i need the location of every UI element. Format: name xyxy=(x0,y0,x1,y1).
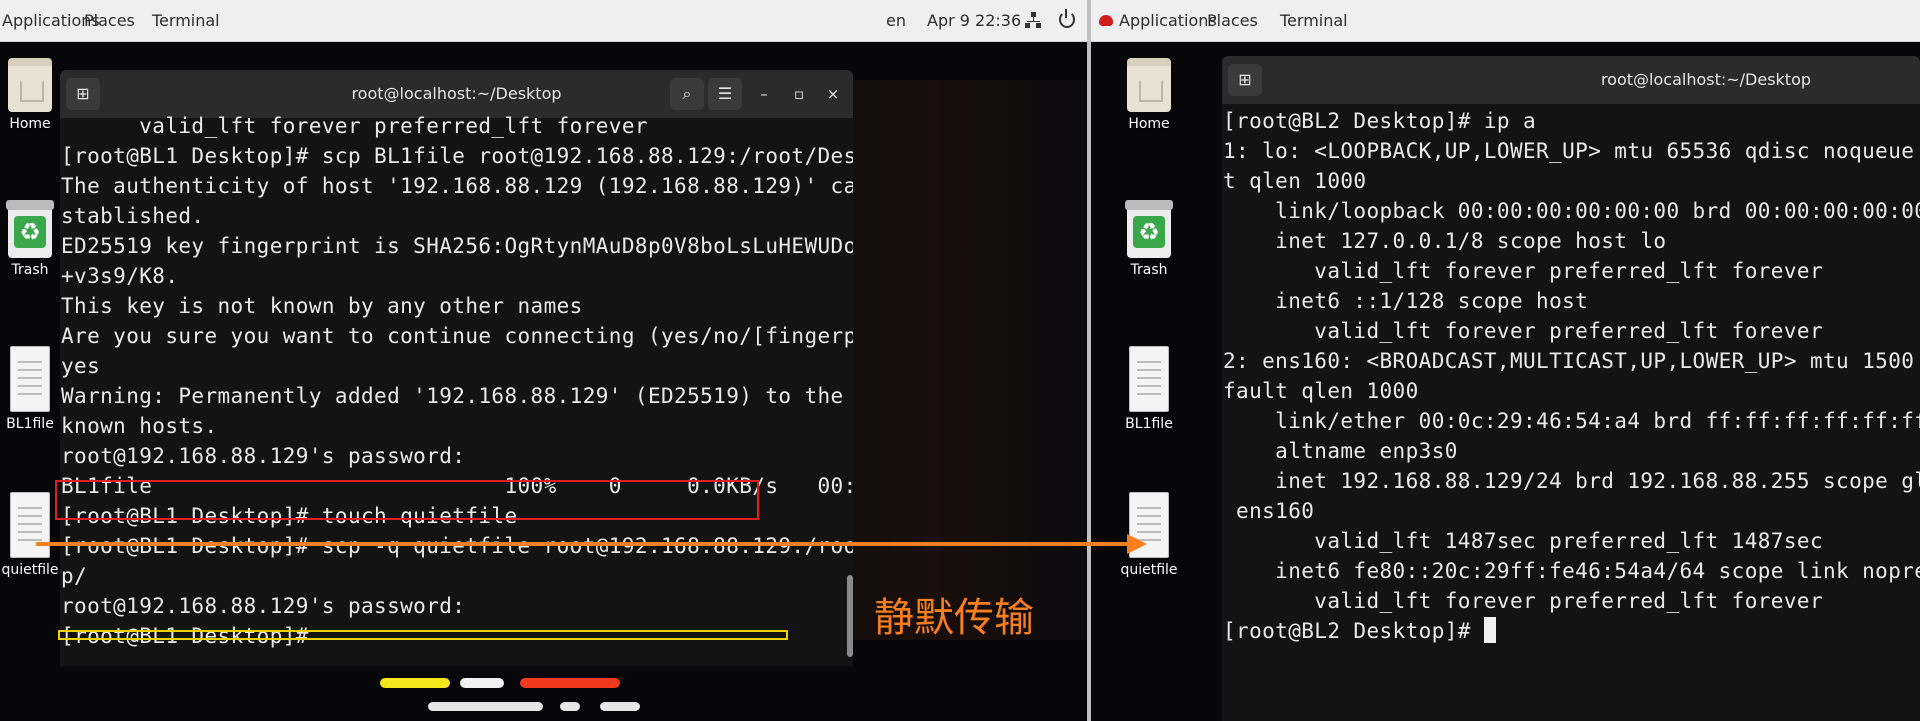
desktop-icon-label: Home xyxy=(1128,116,1170,132)
terminal-menu[interactable]: Terminal xyxy=(152,11,220,30)
applications-menu[interactable]: Applications xyxy=(1119,11,1217,30)
terminal-line: ens160 xyxy=(1223,499,1315,523)
desktop-icon-label: quietfile xyxy=(1,562,59,578)
terminal-line: root@192.168.88.129's password: xyxy=(61,444,466,468)
terminal-line: root@192.168.88.129's password: xyxy=(61,594,466,618)
terminal-title: root@localhost:~/Desktop xyxy=(1600,70,1812,89)
desktop-icon-label: Trash xyxy=(1130,262,1168,278)
terminal-line: p/ xyxy=(61,564,88,588)
terminal-cursor xyxy=(1483,617,1496,643)
desktop-icon-bl1file[interactable]: BL1file xyxy=(1119,346,1179,432)
right-vm-screen: Applications Places Terminal Home Trash … xyxy=(1091,0,1920,721)
terminal-output[interactable]: valid_lft forever preferred_lft forever [… xyxy=(60,114,853,666)
top-panel: Applications Places Terminal en Apr 9 22… xyxy=(0,0,1087,42)
desktop-icon-trash[interactable]: Trash xyxy=(0,200,60,278)
desktop-icon-label: BL1file xyxy=(6,416,54,432)
terminal-line: Are you sure you want to continue connec… xyxy=(61,324,853,348)
terminal-line: Warning: Permanently added '192.168.88.1… xyxy=(61,384,844,408)
terminal-line: ED25519 key fingerprint is SHA256:OgRtyn… xyxy=(61,234,853,258)
terminal-line: inet6 ::1/128 scope host xyxy=(1223,289,1589,313)
close-button[interactable]: × xyxy=(823,84,843,104)
hamburger-menu-icon: ☰ xyxy=(717,84,733,103)
terminal-line: [root@BL1 Desktop]# scp BL1file root@192… xyxy=(61,144,853,168)
terminal-line: yes xyxy=(61,354,101,378)
terminal-line: +v3s9/K8. xyxy=(61,264,179,288)
scrollbar[interactable] xyxy=(847,575,853,657)
highlight-scp-progress-box xyxy=(55,480,759,520)
terminal-line: link/loopback 00:00:00:00:00:00 brd 00:0… xyxy=(1223,199,1920,223)
terminal-line: 1: lo: <LOOPBACK,UP,LOWER_UP> mtu 65536 … xyxy=(1223,139,1920,163)
terminal-titlebar[interactable]: ⊞ root@localhost:~/Desktop xyxy=(1222,56,1920,104)
network-icon[interactable] xyxy=(1025,12,1041,28)
terminal-menu[interactable]: Terminal xyxy=(1280,11,1348,30)
desktop-icon-label: BL1file xyxy=(1125,416,1173,432)
desktop-icon-label: Home xyxy=(9,116,51,132)
maximize-button[interactable]: ▫ xyxy=(789,84,809,104)
terminal-line: 2: ens160: <BROADCAST,MULTICAST,UP,LOWER… xyxy=(1223,349,1920,373)
places-menu[interactable]: Places xyxy=(1207,11,1258,30)
desktop-icon-home[interactable]: Home xyxy=(1119,58,1179,132)
terminal-line: valid_lft forever preferred_lft forever xyxy=(1223,589,1823,613)
clock[interactable]: Apr 9 22:36 xyxy=(927,11,1021,30)
silent-transfer-label: 静默传输 xyxy=(874,595,1034,641)
terminal-window[interactable]: ⊞ root@localhost:~/Desktop ⌕ ☰ – ▫ × val… xyxy=(60,70,853,666)
search-button[interactable]: ⌕ xyxy=(670,78,704,110)
input-language-indicator[interactable]: en xyxy=(886,11,906,30)
power-icon[interactable] xyxy=(1059,9,1075,28)
document-icon xyxy=(10,346,50,412)
terminal-line: valid_lft forever preferred_lft forever xyxy=(1223,319,1823,343)
arrow-head-icon xyxy=(1127,534,1147,554)
terminal-line: [root@BL2 Desktop]# xyxy=(1223,616,1496,646)
terminal-line: [root@BL1 Desktop]# scp -q quietfile roo… xyxy=(61,534,853,558)
terminal-line: t qlen 1000 xyxy=(1223,169,1367,193)
terminal-line: stablished. xyxy=(61,204,205,228)
terminal-window[interactable]: ⊞ root@localhost:~/Desktop [root@BL2 Des… xyxy=(1222,56,1920,721)
search-icon: ⌕ xyxy=(682,84,692,103)
terminal-output[interactable]: [root@BL2 Desktop]# ip a 1: lo: <LOOPBACK… xyxy=(1222,109,1920,721)
places-menu[interactable]: Places xyxy=(84,11,135,30)
terminal-line: inet 192.168.88.129/24 brd 192.168.88.25… xyxy=(1223,469,1920,493)
home-folder-icon xyxy=(8,58,52,112)
terminal-line: valid_lft forever preferred_lft forever xyxy=(61,114,648,138)
desktop-icon-home[interactable]: Home xyxy=(0,58,60,132)
home-folder-icon xyxy=(1127,58,1171,112)
terminal-line: known hosts. xyxy=(61,414,218,438)
terminal-line: fault qlen 1000 xyxy=(1223,379,1419,403)
document-icon xyxy=(1129,346,1169,412)
desktop-icon-bl1file[interactable]: BL1file xyxy=(0,346,60,432)
trash-icon xyxy=(6,200,54,258)
terminal-line: altname enp3s0 xyxy=(1223,439,1458,463)
desktop-icon-label: quietfile xyxy=(1120,562,1178,578)
terminal-line: The authenticity of host '192.168.88.129… xyxy=(61,174,853,198)
menu-button[interactable]: ☰ xyxy=(708,78,742,110)
terminal-line: valid_lft 1487sec preferred_lft 1487sec xyxy=(1223,529,1823,553)
terminal-line: [root@BL2 Desktop]# ip a xyxy=(1223,109,1537,133)
terminal-line: inet 127.0.0.1/8 scope host lo xyxy=(1223,229,1667,253)
terminal-line: link/ether 00:0c:29:46:54:a4 brd ff:ff:f… xyxy=(1223,409,1920,433)
terminal-line: valid_lft forever preferred_lft forever xyxy=(1223,259,1823,283)
top-panel: Applications Places Terminal xyxy=(1091,0,1920,42)
terminal-line: This key is not known by any other names xyxy=(61,294,583,318)
desktop-icon-label: Trash xyxy=(11,262,49,278)
desktop-icon-trash[interactable]: Trash xyxy=(1119,200,1179,278)
desktop-icon-quietfile[interactable]: quietfile xyxy=(0,492,60,578)
transfer-arrow xyxy=(36,542,1128,546)
redhat-logo-icon xyxy=(1099,15,1113,26)
trash-icon xyxy=(1125,200,1173,258)
terminal-line: inet6 fe80::20c:29ff:fe46:54a4/64 scope … xyxy=(1223,559,1920,583)
document-icon xyxy=(10,492,50,558)
highlight-no-output-box xyxy=(58,630,788,640)
minimize-button[interactable]: – xyxy=(754,84,774,104)
